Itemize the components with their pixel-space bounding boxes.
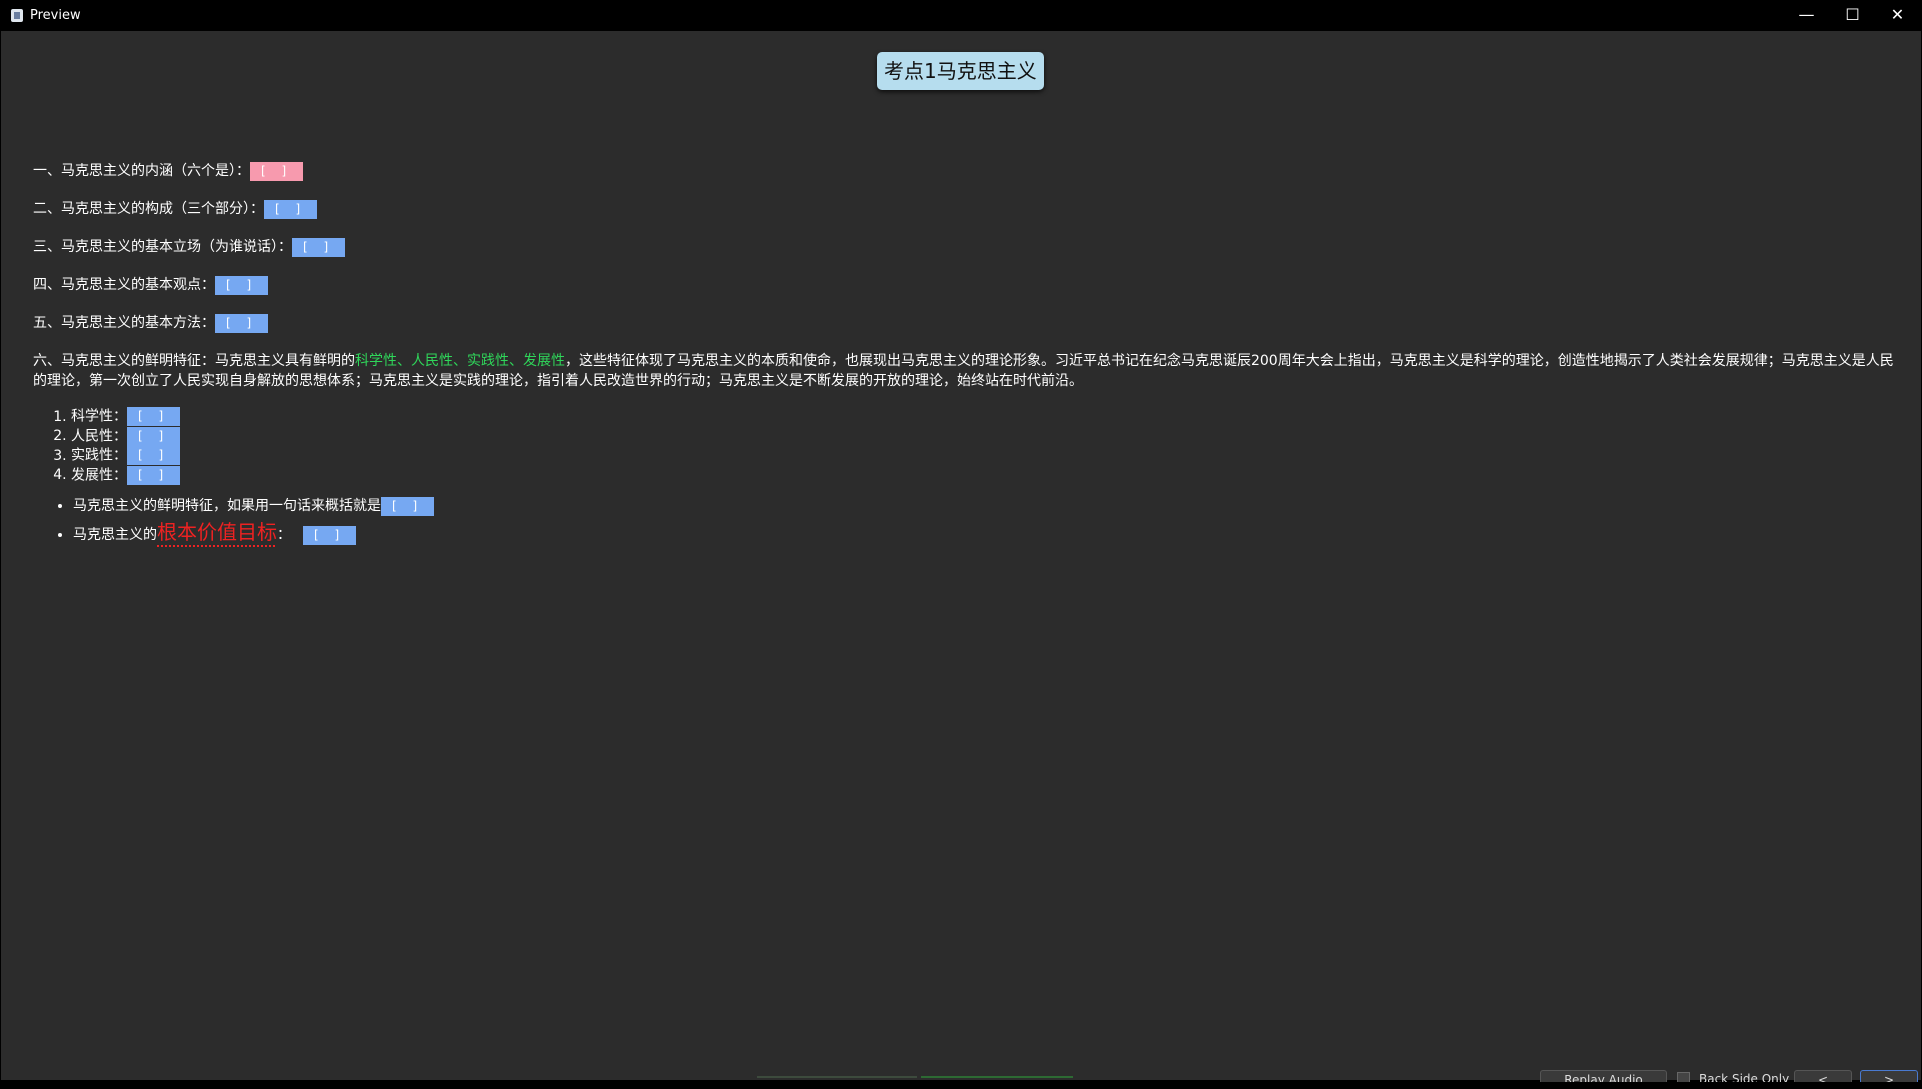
list-item-label: 实践性：: [71, 447, 127, 464]
cloze-blank[interactable]: [ ]: [303, 525, 357, 545]
features-list: 科学性：[ ] 人民性：[ ] 实践性：[ ] 发展性：[ ]: [33, 407, 1903, 485]
question-text: 三、马克思主义的基本立场（为谁说话）：: [33, 239, 292, 255]
window-title: Preview: [30, 8, 81, 23]
maximize-icon: ☐: [1845, 5, 1860, 24]
cloze-blank[interactable]: [ ]: [264, 199, 318, 219]
question-text: 一、马克思主义的内涵（六个是）：: [33, 163, 250, 179]
emphasis-text: 根本价值目标: [157, 520, 277, 544]
features-paragraph: 六、马克思主义的鲜明特征：马克思主义具有鲜明的科学性、人民性、实践性、发展性，这…: [33, 351, 1903, 391]
bullet-colon: ：: [277, 527, 291, 543]
cloze-blank[interactable]: [ ]: [292, 237, 346, 257]
bullet-text: 马克思主义的: [73, 527, 157, 543]
cloze-blank-active[interactable]: [ ]: [250, 161, 304, 181]
maximize-button[interactable]: ☐: [1830, 0, 1875, 31]
cloze-blank[interactable]: [ ]: [127, 407, 181, 426]
cloze-blank[interactable]: [ ]: [127, 446, 181, 465]
minimize-icon: —: [1798, 5, 1815, 24]
paragraph-prefix: 六、马克思主义的鲜明特征：马克思主义具有鲜明的: [33, 353, 355, 369]
window-titlebar: Preview — ☐ ✕: [0, 0, 1922, 31]
card-title: 考点1马克思主义: [877, 52, 1044, 90]
close-button[interactable]: ✕: [1875, 0, 1920, 31]
paragraph-highlight: 科学性、人民性、实践性、发展性: [355, 353, 565, 369]
progress-fill: [921, 1076, 1073, 1078]
question-1: 一、马克思主义的内涵（六个是）：[ ]: [33, 161, 1903, 181]
bullet-list: 马克思主义的鲜明特征，如果用一句话来概括就是[ ] 马克思主义的根本价值目标：[…: [33, 493, 1903, 548]
question-4: 四、马克思主义的基本观点：[ ]: [33, 275, 1903, 295]
cloze-blank[interactable]: [ ]: [215, 275, 269, 295]
list-item: 发展性：[ ]: [71, 465, 1903, 486]
card-preview-area: 考点1马克思主义 一、马克思主义的内涵（六个是）：[ ] 二、马克思主义的构成（…: [1, 31, 1921, 1080]
back-side-only-label: Back Side Only: [1699, 1072, 1790, 1082]
question-text: 二、马克思主义的构成（三个部分）：: [33, 201, 264, 217]
preview-app-icon: [11, 9, 23, 22]
close-icon: ✕: [1890, 5, 1905, 24]
back-side-only-checkbox[interactable]: [1677, 1072, 1690, 1082]
question-5: 五、马克思主义的基本方法：[ ]: [33, 313, 1903, 333]
cloze-blank[interactable]: [ ]: [127, 465, 181, 485]
question-2: 二、马克思主义的构成（三个部分）：[ ]: [33, 199, 1903, 219]
list-item-label: 科学性：: [71, 408, 127, 425]
cloze-blank[interactable]: [ ]: [215, 313, 269, 333]
list-item-label: 发展性：: [71, 467, 127, 483]
replay-audio-button[interactable]: Replay Audio: [1540, 1070, 1667, 1082]
next-card-button[interactable]: >: [1860, 1070, 1918, 1082]
list-item: 实践性：[ ]: [71, 446, 1903, 466]
bullet-item: 马克思主义的鲜明特征，如果用一句话来概括就是[ ]: [73, 493, 1903, 519]
list-item: 人民性：[ ]: [71, 426, 1903, 447]
previous-card-button[interactable]: <: [1794, 1070, 1852, 1082]
minimize-button[interactable]: —: [1784, 0, 1829, 31]
progress-track: [757, 1076, 917, 1078]
question-text: 四、马克思主义的基本观点：: [33, 277, 215, 293]
list-item: 科学性：[ ]: [71, 407, 1903, 427]
list-item-label: 人民性：: [71, 428, 127, 444]
cloze-blank[interactable]: [ ]: [127, 426, 181, 446]
bullet-item: 马克思主义的根本价值目标： [ ]: [73, 519, 1903, 548]
bullet-text: 马克思主义的鲜明特征，如果用一句话来概括就是: [73, 498, 381, 514]
cloze-blank[interactable]: [ ]: [381, 496, 435, 516]
bottom-toolbar: Replay Audio Back Side Only < >: [1, 1070, 1921, 1082]
card-content: 一、马克思主义的内涵（六个是）：[ ] 二、马克思主义的构成（三个部分）：[ ]…: [33, 161, 1903, 548]
question-3: 三、马克思主义的基本立场（为谁说话）：[ ]: [33, 237, 1903, 257]
question-text: 五、马克思主义的基本方法：: [33, 315, 215, 331]
